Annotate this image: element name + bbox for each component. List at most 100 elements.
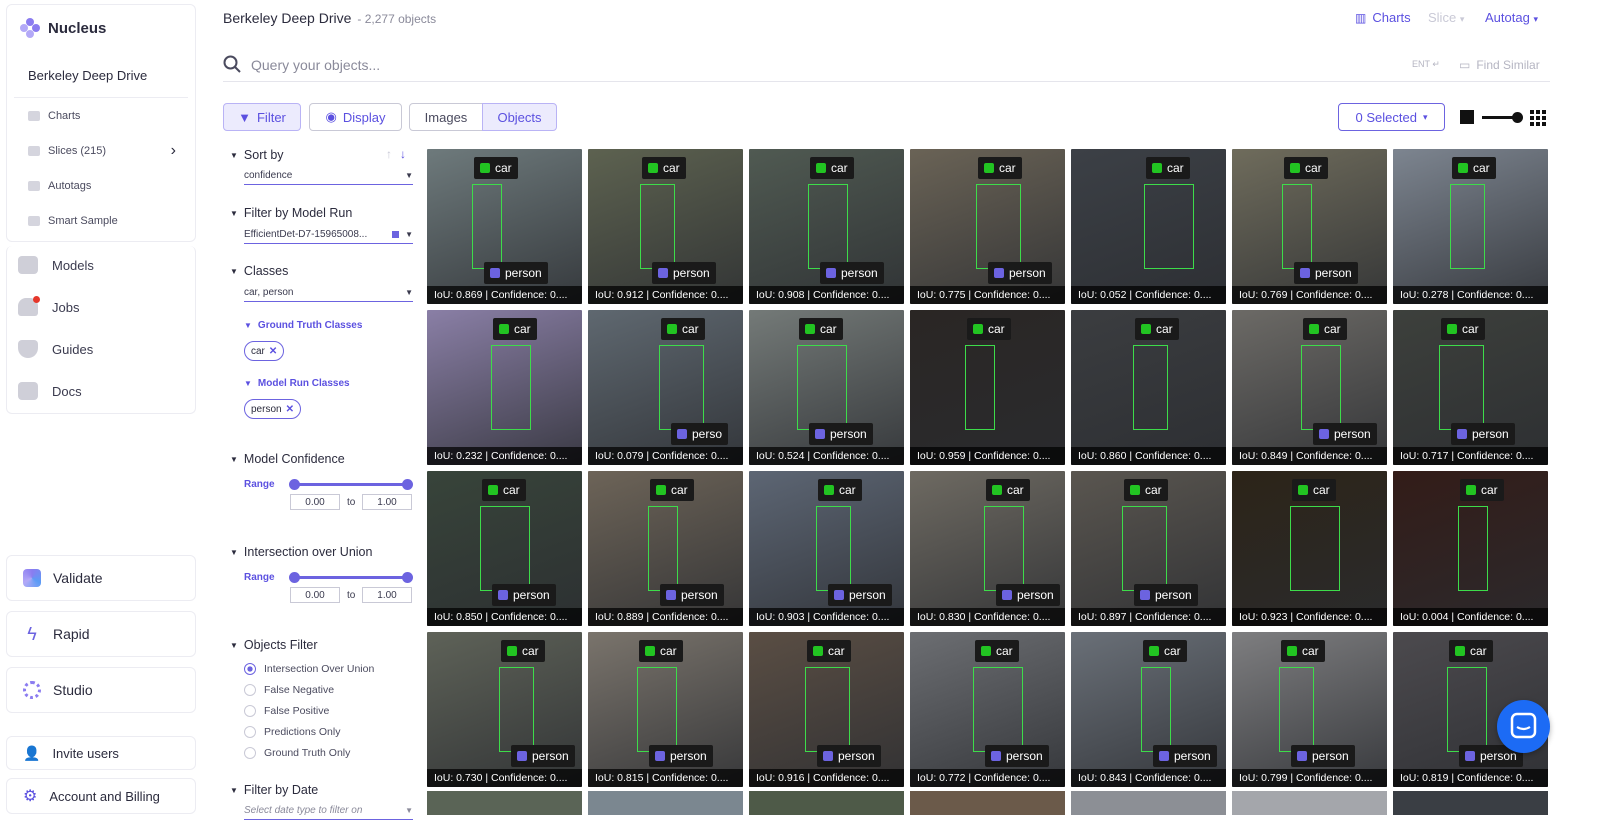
slider-min-handle[interactable] xyxy=(289,572,300,583)
date-section[interactable]: ▼ Filter by Date xyxy=(230,783,318,797)
confidence-section[interactable]: ▼ Model Confidence xyxy=(230,452,345,466)
objects-filter-section[interactable]: ▼ Objects Filter xyxy=(230,638,318,652)
sidebar-item-guides[interactable]: Guides xyxy=(18,334,93,364)
tab-images[interactable]: Images xyxy=(409,103,483,131)
object-tile[interactable]: car IoU: 0.232 | Confidence: 0.... xyxy=(427,310,582,465)
object-tile[interactable]: car person IoU: 0.912 | Confidence: 0.... xyxy=(588,149,743,304)
object-tile[interactable]: car person IoU: 0.916 | Confidence: 0.... xyxy=(749,632,904,787)
sidebar-item-models[interactable]: Models xyxy=(18,250,94,280)
object-tile[interactable]: car IoU: 0.860 | Confidence: 0.... xyxy=(1071,310,1226,465)
sidebar-item-docs[interactable]: Docs xyxy=(18,376,82,406)
object-tile[interactable]: car person IoU: 0.849 | Confidence: 0.... xyxy=(1232,310,1387,465)
tile-partial[interactable] xyxy=(910,791,1065,815)
sort-by-section[interactable]: ▼ Sort by xyxy=(230,148,284,162)
object-tile[interactable]: car person IoU: 0.830 | Confidence: 0.... xyxy=(910,471,1065,626)
radio-false-positive[interactable]: False Positive xyxy=(244,705,329,717)
radio-false-negative[interactable]: False Negative xyxy=(244,684,334,696)
tab-objects[interactable]: Objects xyxy=(482,103,557,131)
gt-class-chip[interactable]: car ✕ xyxy=(244,341,285,361)
iou-slider[interactable] xyxy=(289,572,413,583)
radio-button[interactable] xyxy=(244,705,256,717)
object-tile[interactable]: car person IoU: 0.815 | Confidence: 0.... xyxy=(588,632,743,787)
radio-button[interactable] xyxy=(244,726,256,738)
object-tile[interactable]: car person IoU: 0.908 | Confidence: 0.... xyxy=(749,149,904,304)
chat-support-button[interactable] xyxy=(1497,700,1550,753)
radio-button[interactable] xyxy=(244,663,256,675)
object-tile[interactable]: car person IoU: 0.717 | Confidence: 0.... xyxy=(1393,310,1548,465)
search-input[interactable] xyxy=(223,56,1323,73)
object-tile[interactable]: car perso IoU: 0.079 | Confidence: 0.... xyxy=(588,310,743,465)
small-tiles-icon[interactable] xyxy=(1460,110,1474,124)
large-grid-icon[interactable] xyxy=(1530,110,1546,126)
tile-partial[interactable] xyxy=(1393,791,1548,815)
invite-users-button[interactable]: 👤 Invite users xyxy=(6,736,196,770)
autotag-dropdown[interactable]: Autotag ▾ xyxy=(1485,10,1538,25)
classes-select[interactable]: car, person ▼ xyxy=(244,284,413,302)
sidebar-item-jobs[interactable]: Jobs xyxy=(18,292,79,322)
radio-iou[interactable]: Intersection Over Union xyxy=(244,663,374,675)
selected-dropdown[interactable]: 0 Selected ▾ xyxy=(1338,103,1445,131)
radio-button[interactable] xyxy=(244,747,256,759)
object-tile[interactable]: car person IoU: 0.850 | Confidence: 0.... xyxy=(427,471,582,626)
object-tile[interactable]: car person IoU: 0.799 | Confidence: 0.... xyxy=(1232,632,1387,787)
charts-link[interactable]: ▥ Charts xyxy=(1355,10,1411,25)
gt-classes-section[interactable]: ▼ Ground Truth Classes xyxy=(244,320,362,331)
slider-min-handle[interactable] xyxy=(289,479,300,490)
iou-max-input[interactable]: 1.00 xyxy=(362,587,412,603)
slider-handle[interactable] xyxy=(1512,112,1523,123)
object-tile[interactable]: car person IoU: 0.772 | Confidence: 0.... xyxy=(910,632,1065,787)
account-billing-button[interactable]: ⚙ Account and Billing xyxy=(6,778,196,814)
confidence-slider[interactable] xyxy=(289,479,413,490)
object-tile[interactable]: car person IoU: 0.869 | Confidence: 0.... xyxy=(427,149,582,304)
object-tile[interactable]: car person IoU: 0.730 | Confidence: 0.... xyxy=(427,632,582,787)
object-tile[interactable]: car person IoU: 0.897 | Confidence: 0.... xyxy=(1071,471,1226,626)
confidence-min-input[interactable]: 0.00 xyxy=(290,494,340,510)
slider-max-handle[interactable] xyxy=(402,572,413,583)
sidebar-item-charts[interactable]: Charts xyxy=(14,101,188,131)
slice-dropdown[interactable]: Slice ▾ xyxy=(1428,10,1464,25)
object-tile[interactable]: car person IoU: 0.903 | Confidence: 0.... xyxy=(749,471,904,626)
brand[interactable]: Nucleus xyxy=(20,18,106,38)
date-select[interactable]: Select date type to filter on ▼ xyxy=(244,802,413,820)
product-validate[interactable]: Validate xyxy=(6,555,196,601)
mr-class-chip[interactable]: person ✕ xyxy=(244,399,301,419)
object-tile[interactable]: car IoU: 0.923 | Confidence: 0.... xyxy=(1232,471,1387,626)
tile-partial[interactable] xyxy=(1071,791,1226,815)
display-button[interactable]: ◉ Display xyxy=(309,103,402,131)
object-tile[interactable]: car IoU: 0.278 | Confidence: 0.... xyxy=(1393,149,1548,304)
product-studio[interactable]: Studio xyxy=(6,667,196,713)
object-tile[interactable]: car IoU: 0.052 | Confidence: 0.... xyxy=(1071,149,1226,304)
slider-max-handle[interactable] xyxy=(402,479,413,490)
radio-predictions-only[interactable]: Predictions Only xyxy=(244,726,340,738)
object-tile[interactable]: car person IoU: 0.775 | Confidence: 0.... xyxy=(910,149,1065,304)
close-icon[interactable]: ✕ xyxy=(286,404,294,415)
chevron-right-icon[interactable]: › xyxy=(171,142,176,160)
object-tile[interactable]: car person IoU: 0.889 | Confidence: 0.... xyxy=(588,471,743,626)
classes-section[interactable]: ▼ Classes xyxy=(230,264,288,278)
dataset-name[interactable]: Berkeley Deep Drive xyxy=(14,54,188,98)
tile-partial[interactable] xyxy=(749,791,904,815)
object-tile[interactable]: car person IoU: 0.843 | Confidence: 0.... xyxy=(1071,632,1226,787)
tile-partial[interactable] xyxy=(588,791,743,815)
object-tile[interactable]: car IoU: 0.004 | Confidence: 0.... xyxy=(1393,471,1548,626)
sort-descending-icon[interactable]: ↓ xyxy=(400,147,406,161)
confidence-max-input[interactable]: 1.00 xyxy=(362,494,412,510)
radio-ground-truth-only[interactable]: Ground Truth Only xyxy=(244,747,350,759)
model-run-select[interactable]: EfficientDet-D7-15965008... ▼ xyxy=(244,226,413,244)
object-tile[interactable]: car person IoU: 0.769 | Confidence: 0.... xyxy=(1232,149,1387,304)
iou-section[interactable]: ▼ Intersection over Union xyxy=(230,545,372,559)
radio-button[interactable] xyxy=(244,684,256,696)
find-similar-button[interactable]: ▭ Find Similar xyxy=(1459,58,1540,72)
object-tile[interactable]: car person IoU: 0.524 | Confidence: 0.... xyxy=(749,310,904,465)
product-rapid[interactable]: ϟ Rapid xyxy=(6,611,196,657)
model-run-section[interactable]: ▼ Filter by Model Run xyxy=(230,206,352,220)
tile-partial[interactable] xyxy=(427,791,582,815)
close-icon[interactable]: ✕ xyxy=(269,346,277,357)
sidebar-item-smart-sample[interactable]: Smart Sample xyxy=(14,206,188,236)
filter-button[interactable]: ▼ Filter xyxy=(223,103,301,131)
tile-size-slider[interactable] xyxy=(1482,112,1523,123)
sort-ascending-icon[interactable]: ↑ xyxy=(386,147,392,161)
sidebar-item-slices[interactable]: Slices (215) › xyxy=(14,136,188,166)
mr-classes-section[interactable]: ▼ Model Run Classes xyxy=(244,378,350,389)
object-tile[interactable]: car IoU: 0.959 | Confidence: 0.... xyxy=(910,310,1065,465)
